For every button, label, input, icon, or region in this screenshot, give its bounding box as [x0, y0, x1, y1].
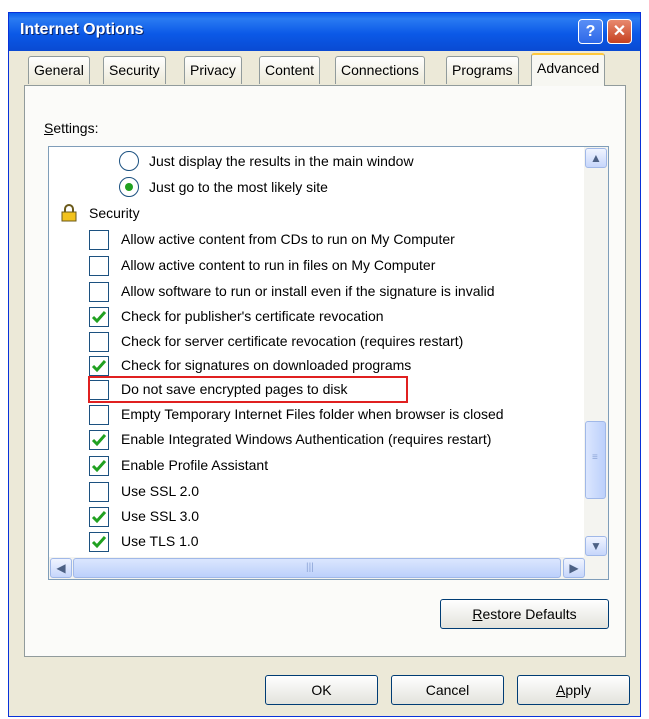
list-item-label: Use TLS 1.0	[121, 533, 199, 549]
settings-list[interactable]: Just display the results in the main win…	[48, 146, 609, 580]
title-bar[interactable]: Internet Options ? ✕	[9, 13, 640, 51]
checkbox-checked[interactable]	[89, 307, 109, 327]
ok-button[interactable]: OK	[265, 675, 378, 705]
tab-advanced[interactable]: Advanced	[531, 53, 606, 86]
checkbox-checked[interactable]	[89, 507, 109, 527]
checkbox-checked[interactable]	[89, 532, 109, 552]
radio-button[interactable]	[119, 151, 139, 171]
list-item-label: Allow software to run or install even if…	[121, 283, 495, 299]
checkbox[interactable]	[89, 332, 109, 352]
list-item-label: Allow active content to run in files on …	[121, 257, 436, 273]
scroll-right-arrow-icon[interactable]: ▶	[563, 558, 585, 578]
checkbox[interactable]	[89, 282, 109, 302]
checkbox[interactable]	[89, 405, 109, 425]
list-item-label: Just display the results in the main win…	[149, 153, 414, 169]
radio-button-selected[interactable]	[119, 177, 139, 197]
tab-security[interactable]: Security	[103, 56, 166, 84]
tab-content[interactable]: Content	[259, 56, 321, 84]
tab-general[interactable]: General	[28, 56, 90, 84]
checkbox-checked[interactable]	[89, 456, 109, 476]
tab-privacy[interactable]: Privacy	[184, 56, 242, 84]
checkbox-checked[interactable]	[89, 430, 109, 450]
restore-defaults-button[interactable]: Restore Defaults	[440, 599, 609, 629]
highlight-box	[88, 376, 408, 403]
scroll-left-arrow-icon[interactable]: ◀	[50, 558, 72, 578]
settings-label: Settings:	[44, 120, 99, 136]
tab-programs[interactable]: Programs	[446, 56, 519, 84]
checkbox[interactable]	[89, 256, 109, 276]
vertical-scrollbar[interactable]: ▲ ≡ ▼	[584, 147, 608, 557]
list-item-label: Check for publisher's certificate revoca…	[121, 308, 384, 324]
horizontal-scroll-thumb[interactable]: |||	[73, 558, 561, 578]
list-item-label: Empty Temporary Internet Files folder wh…	[121, 406, 504, 422]
apply-button[interactable]: Apply	[517, 675, 630, 705]
list-item-label: Use SSL 2.0	[121, 483, 200, 499]
window-title: Internet Options	[20, 21, 144, 38]
list-item-label: Enable Integrated Windows Authentication…	[121, 431, 492, 447]
scroll-down-arrow-icon[interactable]: ▼	[585, 536, 607, 556]
list-item-label: Just go to the most likely site	[149, 179, 328, 195]
vertical-scroll-thumb[interactable]: ≡	[585, 421, 606, 499]
list-item-label: Allow active content from CDs to run on …	[121, 231, 455, 247]
checkbox[interactable]	[89, 482, 109, 502]
list-item-label: Check for signatures on downloaded progr…	[121, 357, 412, 373]
cancel-button[interactable]: Cancel	[391, 675, 504, 705]
checkbox-checked[interactable]	[89, 356, 109, 376]
group-label: Security	[89, 205, 140, 221]
checkbox[interactable]	[89, 230, 109, 250]
scroll-up-arrow-icon[interactable]: ▲	[585, 148, 607, 168]
close-button[interactable]: ✕	[607, 19, 632, 44]
help-button[interactable]: ?	[578, 19, 603, 44]
tab-connections[interactable]: Connections	[335, 56, 425, 84]
list-item-label: Use SSL 3.0	[121, 508, 200, 524]
lock-icon	[61, 204, 77, 222]
horizontal-scrollbar[interactable]: ◀ ||| ▶	[49, 557, 608, 579]
list-item-label: Check for server certificate revocation …	[121, 333, 464, 349]
list-item-label: Enable Profile Assistant	[121, 457, 269, 473]
